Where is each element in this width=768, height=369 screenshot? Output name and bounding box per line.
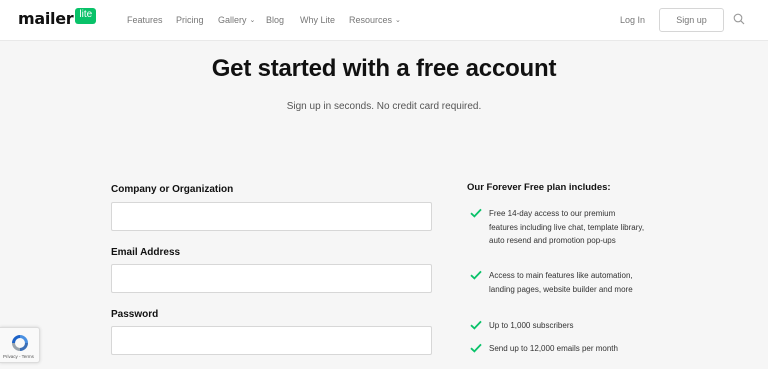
email-input[interactable]: [111, 264, 432, 293]
chevron-down-icon: ⌄: [249, 17, 256, 24]
email-label: Email Address: [111, 247, 181, 258]
page-title: Get started with a free account: [211, 55, 557, 82]
check-icon: [470, 208, 482, 218]
recaptcha-badge[interactable]: Privacy - Terms: [0, 327, 40, 363]
login-link[interactable]: Log In: [620, 15, 645, 25]
nav-blog[interactable]: Blog: [266, 15, 284, 25]
plan-feature-text: Send up to 12,000 emails per month: [489, 344, 618, 353]
company-input[interactable]: [111, 202, 432, 231]
logo-badge: lite: [75, 8, 97, 24]
company-label: Company or Organization: [111, 184, 234, 195]
search-icon[interactable]: [733, 13, 745, 25]
nav-pricing[interactable]: Pricing: [176, 15, 204, 25]
plan-feature: Send up to 12,000 emails per month: [470, 342, 645, 356]
logo-text: mailer: [18, 9, 74, 28]
plan-feature: Up to 1,000 subscribers: [470, 319, 645, 333]
password-input[interactable]: [111, 326, 432, 355]
recaptcha-icon: [12, 335, 28, 351]
plan-feature: Free 14-day access to our premium featur…: [470, 207, 645, 248]
plan-feature-text: Up to 1,000 subscribers: [489, 321, 574, 330]
nav-gallery[interactable]: Gallery ⌄: [218, 15, 255, 25]
check-icon: [470, 320, 482, 330]
plan-feature-text: Free 14-day access to our premium featur…: [489, 209, 645, 245]
plan-title: Our Forever Free plan includes:: [467, 182, 611, 193]
nav-resources[interactable]: Resources ⌄: [349, 15, 401, 25]
chevron-down-icon: ⌄: [395, 17, 401, 24]
mailerlite-logo[interactable]: mailer lite: [18, 8, 97, 29]
nav-why-lite[interactable]: Why Lite: [300, 15, 335, 25]
page-subtitle: Sign up in seconds. No credit card requi…: [286, 101, 482, 112]
check-icon: [470, 270, 482, 280]
nav-resources-label: Resources: [349, 15, 393, 25]
plan-feature: Access to main features like automation,…: [470, 269, 645, 296]
password-label: Password: [111, 309, 159, 320]
plan-feature-text: Access to main features like automation,…: [489, 271, 633, 294]
check-icon: [470, 343, 482, 353]
signup-button[interactable]: Sign up: [659, 8, 724, 32]
site-header: mailer lite Features Pricing Gallery ⌄ Bl…: [0, 0, 768, 41]
nav-gallery-label: Gallery: [218, 15, 247, 25]
nav-features[interactable]: Features: [127, 15, 163, 25]
recaptcha-links[interactable]: Privacy - Terms: [3, 354, 34, 359]
